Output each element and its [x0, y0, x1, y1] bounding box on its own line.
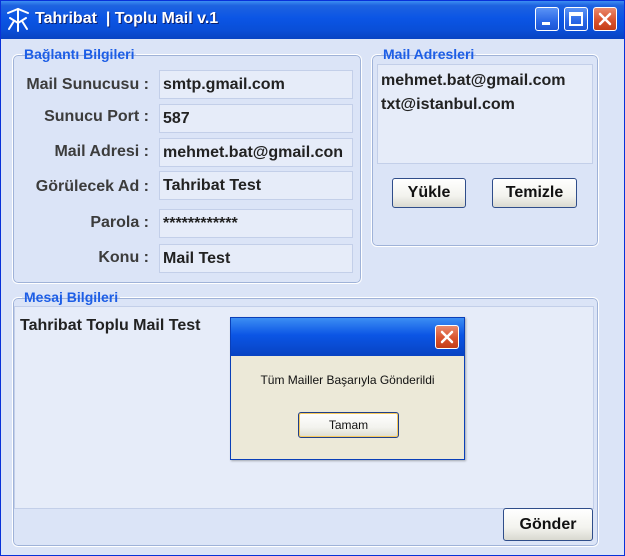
dialog-message: Tüm Mailler Başarıyla Gönderildi — [260, 373, 435, 387]
clear-button[interactable]: Temizle — [492, 178, 577, 208]
mail-address-label: Mail Adresi : — [54, 143, 149, 160]
maximize-button[interactable] — [564, 7, 588, 31]
server-port-input[interactable]: 587 — [159, 104, 353, 133]
display-name-input[interactable]: Tahribat Test — [159, 171, 353, 200]
dialog-title-bar[interactable] — [231, 318, 464, 356]
mail-server-input[interactable]: smtp.gmail.com — [159, 70, 353, 99]
tahribat-logo-icon — [5, 7, 31, 33]
server-port-label: Sunucu Port : — [44, 108, 149, 125]
display-name-label: Görülecek Ad : — [35, 178, 149, 195]
address-list[interactable]: mehmet.bat@gmail.com txt@istanbul.com — [377, 64, 593, 164]
dialog-close-button[interactable] — [435, 325, 459, 349]
minimize-button[interactable] — [535, 7, 559, 31]
list-item[interactable]: txt@istanbul.com — [381, 93, 589, 117]
close-icon — [598, 12, 612, 26]
mail-address-input[interactable]: mehmet.bat@gmail.con — [159, 138, 353, 167]
close-button[interactable] — [593, 7, 617, 31]
mail-server-label: Mail Sunucusu : — [26, 76, 149, 93]
load-button[interactable]: Yükle — [392, 178, 466, 208]
list-item[interactable]: mehmet.bat@gmail.com — [381, 69, 589, 93]
subject-input[interactable]: Mail Test — [159, 244, 353, 273]
success-dialog: Tüm Mailler Başarıyla Gönderildi Tamam — [230, 317, 465, 460]
window-title: Tahribat | Toplu Mail v.1 — [35, 10, 219, 27]
addresses-legend: Mail Adresleri — [383, 46, 475, 62]
message-legend: Mesaj Bilgileri — [24, 289, 119, 305]
title-bar[interactable]: Tahribat | Toplu Mail v.1 — [1, 1, 624, 39]
main-window: Tahribat | Toplu Mail v.1 Bağlantı Bilgi… — [0, 0, 625, 556]
connection-legend: Bağlantı Bilgileri — [24, 46, 135, 62]
ok-button[interactable]: Tamam — [298, 412, 399, 438]
password-input[interactable]: ************ — [159, 209, 353, 238]
password-label: Parola : — [90, 214, 149, 231]
minimize-icon — [542, 22, 550, 25]
close-icon — [440, 330, 454, 344]
send-button[interactable]: Gönder — [503, 508, 593, 541]
maximize-icon — [569, 12, 583, 26]
subject-label: Konu : — [98, 249, 149, 266]
